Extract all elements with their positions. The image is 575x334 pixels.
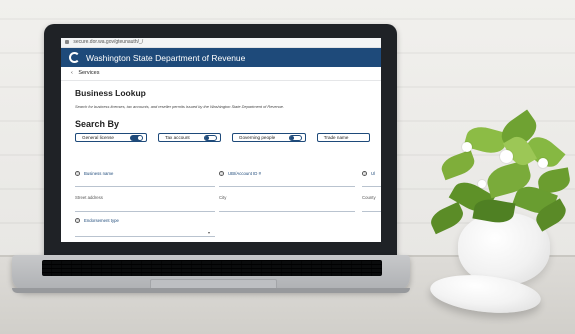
chevron-down-icon[interactable]: ▾	[208, 230, 210, 235]
option-label: Tax account	[165, 135, 190, 140]
search-by-heading: Search By	[75, 119, 120, 129]
endorsement-type-label: ? Endorsement type	[75, 218, 119, 224]
option-governing-people[interactable]: Governing people	[231, 133, 306, 142]
url-text: secure.dor.wa.gov/gteunauth/_/	[73, 39, 144, 45]
street-address-label: Street address	[75, 195, 103, 200]
county-input[interactable]	[362, 211, 381, 212]
dor-logo-icon[interactable]	[69, 52, 80, 63]
help-icon[interactable]: ?	[362, 171, 367, 177]
page-title: Business Lookup	[75, 88, 146, 98]
option-label: General license	[82, 135, 114, 140]
street-address-input[interactable]	[75, 211, 215, 212]
site-title: Washington State Department of Revenue	[86, 52, 246, 63]
help-icon[interactable]: ?	[75, 171, 80, 177]
option-label: Governing people	[238, 135, 276, 140]
ubi-account-label: ? UBI/Account ID #	[219, 171, 261, 177]
city-label: City	[219, 195, 227, 200]
page-description: Search for business licenses, tax accoun…	[75, 104, 285, 109]
option-tax-account[interactable]: Tax account	[158, 133, 221, 142]
laptop-base-lip	[12, 288, 410, 293]
services-label: Services	[78, 70, 100, 76]
toggle-switch-off[interactable]	[288, 134, 302, 141]
chevron-left-icon: ‹	[71, 70, 73, 76]
option-trade-name[interactable]: Trade name	[316, 133, 370, 142]
toggle-switch-off[interactable]	[203, 134, 217, 141]
ubi-account-input[interactable]	[219, 186, 355, 187]
laptop-screen: secure.dor.wa.gov/gteunauth/_/ Washingto…	[61, 38, 381, 242]
ubi-partial-input[interactable]	[362, 186, 381, 187]
flower	[500, 150, 513, 163]
ubi-partial-label: ? Ul	[362, 171, 376, 177]
search-by-options: General license Tax account Governing pe…	[75, 133, 381, 142]
browser-url-bar[interactable]: secure.dor.wa.gov/gteunauth/_/	[61, 38, 381, 48]
city-input[interactable]	[219, 211, 355, 212]
county-label: County	[362, 195, 376, 200]
option-label: Trade name	[323, 135, 349, 140]
business-name-label: ? Business name	[75, 171, 114, 177]
services-back-link[interactable]: ‹ Services	[61, 67, 381, 81]
option-general-license[interactable]: General license	[75, 133, 148, 142]
business-name-input[interactable]	[75, 186, 215, 187]
help-icon[interactable]: ?	[219, 171, 224, 177]
main-content: Business Lookup Search for business lice…	[61, 81, 381, 142]
flower	[478, 180, 486, 188]
laptop-keyboard	[42, 260, 382, 276]
toggle-switch-on[interactable]	[130, 134, 144, 141]
site-header: Washington State Department of Revenue	[61, 48, 381, 67]
lock-icon	[65, 39, 69, 44]
help-icon[interactable]: ?	[75, 218, 80, 224]
flower	[538, 158, 548, 168]
flower	[462, 142, 472, 152]
endorsement-type-select[interactable]	[75, 236, 215, 237]
